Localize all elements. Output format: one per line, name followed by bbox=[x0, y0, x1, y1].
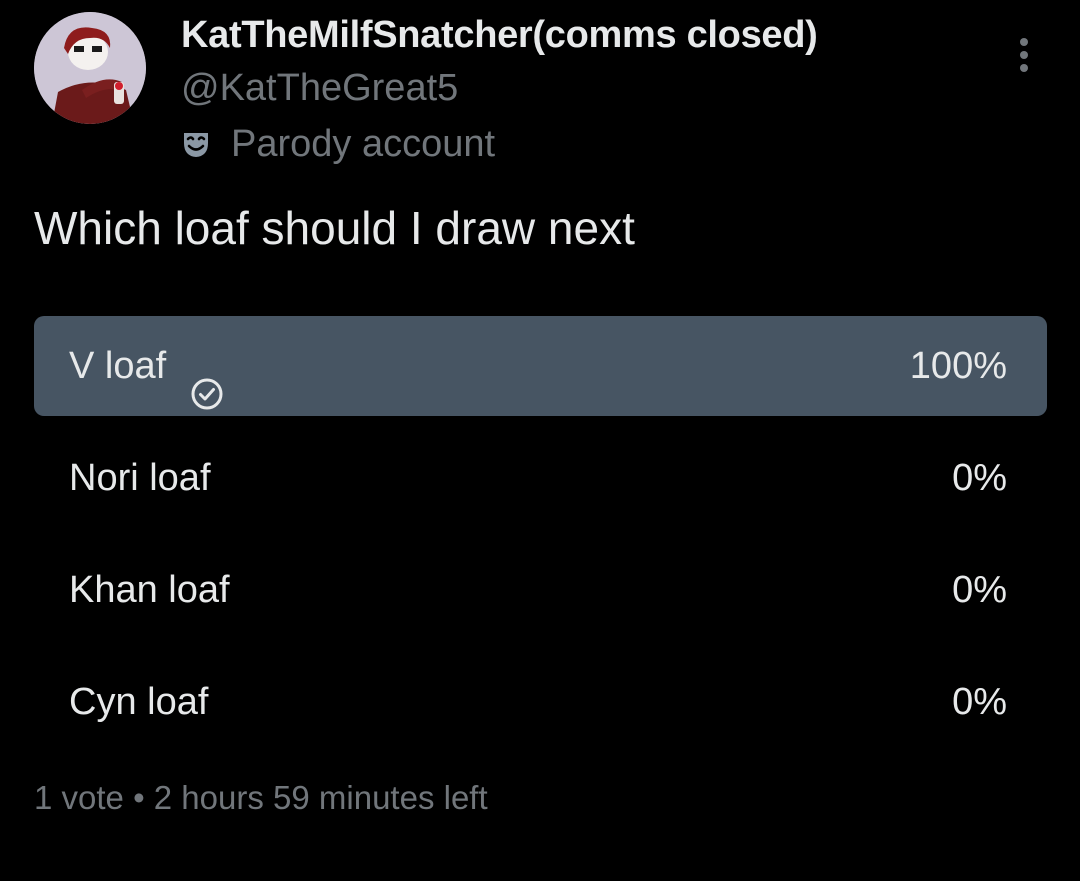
poll-option-label: V loaf bbox=[69, 345, 167, 387]
more-vertical-icon bbox=[1020, 38, 1028, 72]
avatar[interactable] bbox=[34, 12, 146, 124]
parody-label: Parody account bbox=[231, 122, 496, 165]
poll-option[interactable]: Cyn loaf 0% bbox=[34, 652, 1047, 752]
poll-option[interactable]: V loaf 100% bbox=[34, 316, 1047, 416]
poll-option-label: Cyn loaf bbox=[69, 681, 209, 723]
poll-option-label: Nori loaf bbox=[69, 457, 211, 499]
poll-footer: 1 vote • 2 hours 59 minutes left bbox=[34, 779, 488, 816]
poll-option-percent: 0% bbox=[952, 457, 1007, 499]
more-options-button[interactable] bbox=[1006, 30, 1042, 80]
parody-badge: Parody account bbox=[181, 121, 495, 167]
poll-option-percent: 0% bbox=[952, 569, 1007, 611]
poll-option-percent: 100% bbox=[909, 345, 1007, 387]
theater-mask-icon bbox=[181, 129, 211, 159]
tweet-text: Which loaf should I draw next bbox=[34, 202, 635, 254]
poll-option-label: Khan loaf bbox=[69, 569, 230, 611]
check-circle-icon bbox=[190, 349, 224, 410]
poll-option[interactable]: Nori loaf 0% bbox=[34, 428, 1047, 528]
user-handle[interactable]: @KatTheGreat5 bbox=[181, 67, 458, 110]
avatar-image bbox=[34, 12, 146, 124]
poll-option[interactable]: Khan loaf 0% bbox=[34, 540, 1047, 640]
display-name[interactable]: KatTheMilfSnatcher(comms closed) bbox=[181, 14, 818, 57]
poll-option-percent: 0% bbox=[952, 681, 1007, 723]
poll: V loaf 100% Nori loaf 0% Khan loaf 0% Cy… bbox=[34, 316, 1047, 764]
